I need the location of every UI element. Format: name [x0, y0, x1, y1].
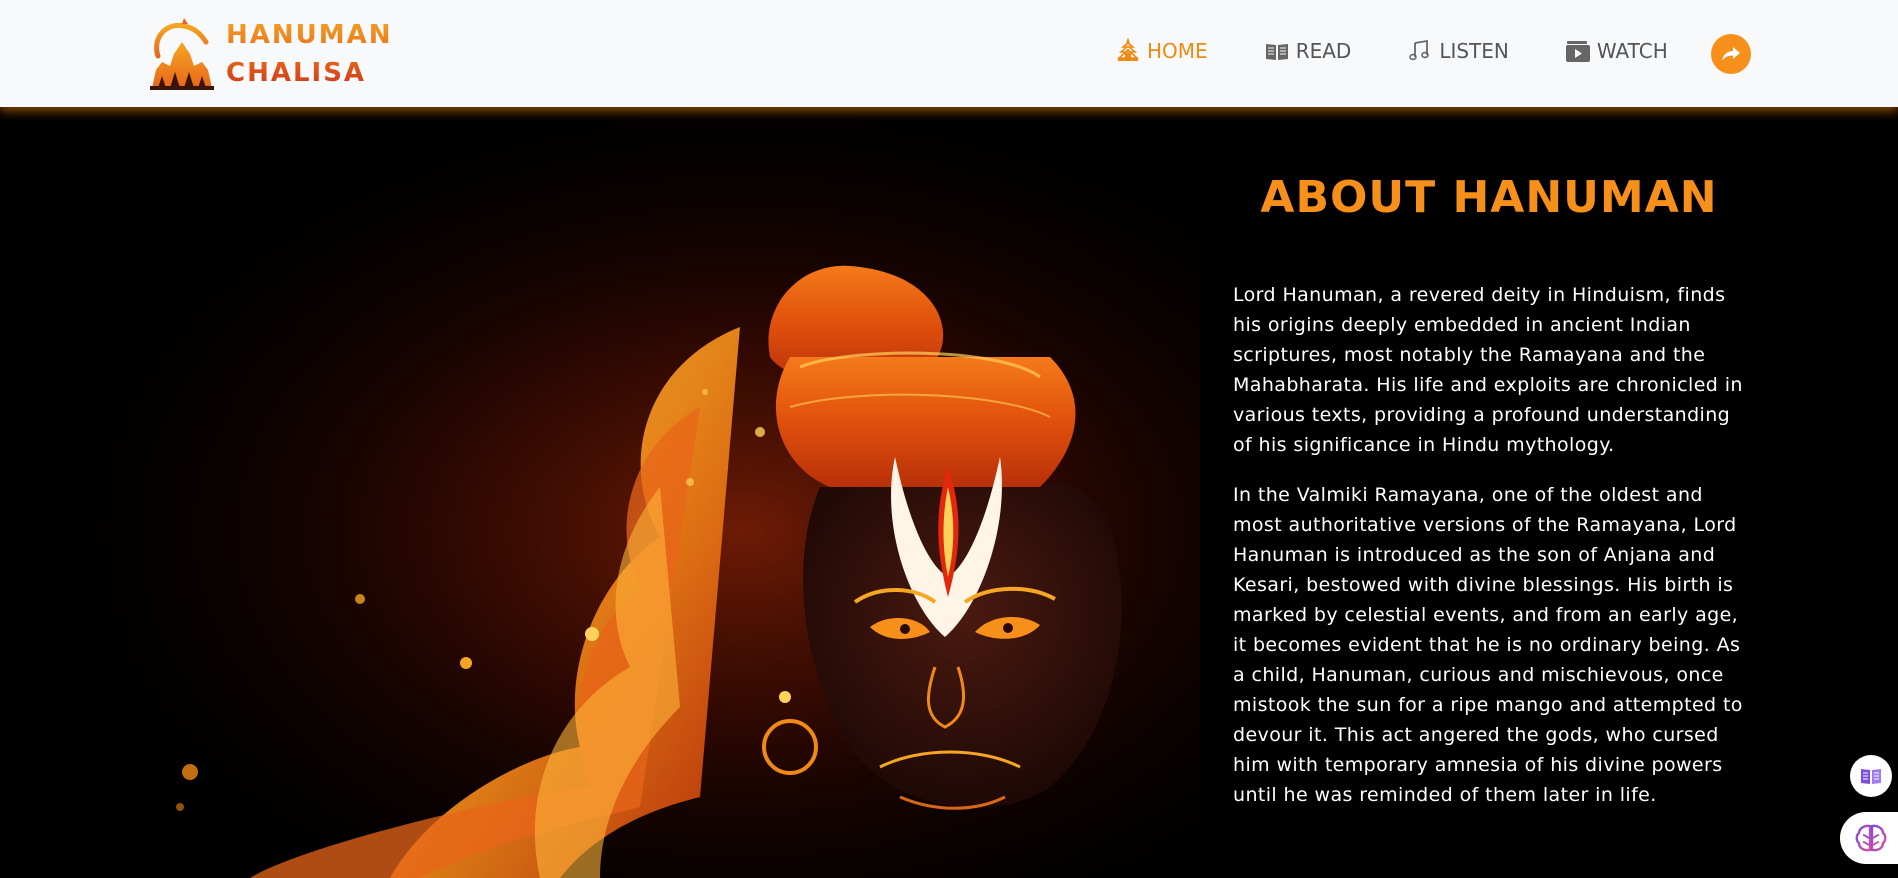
floating-read-button[interactable]	[1850, 755, 1892, 797]
temple-icon	[1116, 38, 1140, 61]
book-icon	[1265, 44, 1288, 60]
music-note-icon	[1409, 39, 1430, 61]
open-book-icon	[1861, 769, 1881, 784]
site-header: HANUMAN CHALISA HOME READ LISTEN WATCH	[0, 0, 1898, 107]
about-paragraph-1: Lord Hanuman, a revered deity in Hinduis…	[1233, 284, 1743, 456]
nav-home[interactable]: HOME	[1115, 38, 1208, 64]
share-arrow-icon	[1722, 47, 1740, 61]
nav-listen-label: LISTEN	[1439, 39, 1509, 63]
brand-line-1: HANUMAN	[226, 20, 393, 50]
floating-assistant-button[interactable]	[1840, 812, 1898, 864]
hanuman-illustration	[0, 107, 1200, 878]
nav-read[interactable]: READ	[1264, 38, 1352, 64]
brain-icon	[1855, 824, 1887, 852]
about-paragraph-2: In the Valmiki Ramayana, one of the olde…	[1233, 484, 1743, 806]
nav-watch-label: WATCH	[1596, 39, 1668, 63]
temple-hanuman-logo-icon	[150, 18, 214, 90]
brand-line-2: CHALISA	[226, 58, 367, 88]
about-section: ABOUT HANUMAN Lord Hanuman, a revered de…	[1233, 170, 1745, 810]
main-nav: HOME READ LISTEN WATCH	[1115, 34, 1724, 68]
nav-listen[interactable]: LISTEN	[1407, 38, 1509, 64]
share-button[interactable]	[1711, 34, 1751, 74]
about-title: ABOUT HANUMAN	[1260, 172, 1718, 223]
nav-watch[interactable]: WATCH	[1565, 38, 1668, 64]
nav-home-label: HOME	[1147, 39, 1208, 63]
video-icon	[1565, 41, 1590, 62]
nav-read-label: READ	[1295, 39, 1352, 63]
brand-wordmark: HANUMAN CHALISA	[226, 16, 393, 92]
hero-illustration	[0, 107, 1200, 878]
brand-logo-link[interactable]: HANUMAN CHALISA	[144, 16, 393, 92]
